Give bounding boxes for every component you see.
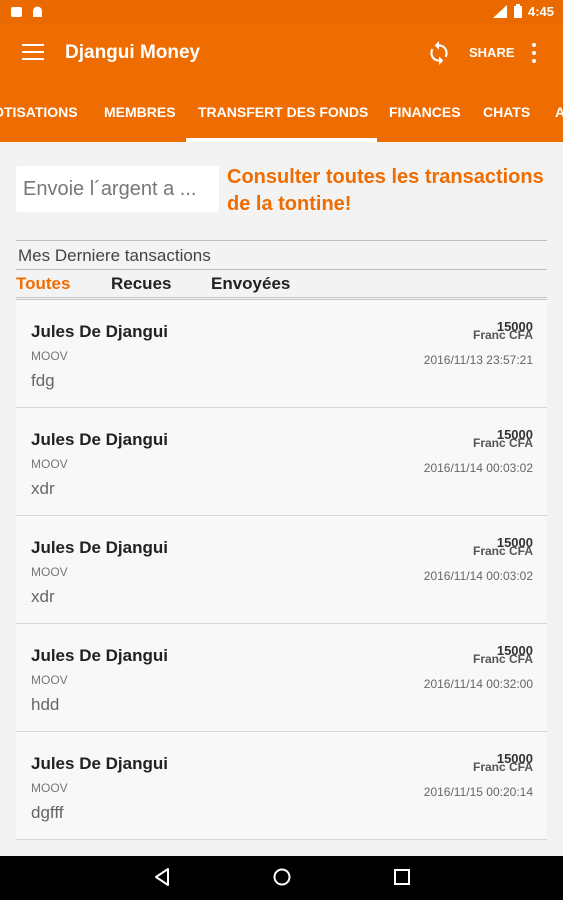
tab-finances[interactable]: FINANCES <box>389 104 461 120</box>
transaction-date: 2016/11/14 00:03:02 <box>423 569 533 583</box>
transaction-name: Jules De Djangui <box>31 646 168 665</box>
transaction-date: 2016/11/14 00:03:02 <box>423 461 533 475</box>
transaction-row[interactable]: Jules De Djangui MOOV xdr 15000 Franc CF… <box>16 408 547 516</box>
status-time: 4:45 <box>527 4 554 19</box>
transaction-row[interactable]: Jules De Djangui MOOV hdd 15000 Franc CF… <box>16 624 547 732</box>
tab-partial[interactable]: A <box>555 104 563 120</box>
transaction-note: xdr <box>31 479 55 498</box>
filter-recues[interactable]: Recues <box>111 274 171 294</box>
tab-bar: COTISATIONS MEMBRES TRANSFERT DES FONDS … <box>0 84 563 142</box>
home-icon[interactable] <box>271 866 293 888</box>
transaction-row[interactable]: Jules De Djangui MOOV dgfff 15000 Franc … <box>16 732 547 840</box>
app-bar: Djangui Money SHARE <box>0 24 563 84</box>
transaction-name: Jules De Djangui <box>31 322 168 341</box>
transaction-note: xdr <box>31 587 55 606</box>
more-options-icon[interactable] <box>530 42 538 64</box>
menu-icon[interactable] <box>22 44 44 62</box>
filter-envoyees[interactable]: Envoyées <box>211 274 290 294</box>
filter-toutes[interactable]: Toutes <box>16 274 70 294</box>
consult-all-transactions-link[interactable]: Consulter toutes les transactions de la … <box>227 164 547 218</box>
system-nav-bar <box>0 856 563 900</box>
battery-icon <box>513 4 522 18</box>
send-money-input[interactable]: Envoie l´argent a ... <box>16 166 219 212</box>
transaction-row[interactable]: Jules De Djangui MOOV xdr 15000 Franc CF… <box>16 516 547 624</box>
refresh-icon[interactable] <box>426 40 452 66</box>
transaction-row[interactable]: Jules De Djangui MOOV fdg 15000 Franc CF… <box>16 300 547 408</box>
transaction-currency: Franc CFA <box>472 544 533 558</box>
transaction-operator: MOOV <box>31 457 68 471</box>
transaction-name: Jules De Djangui <box>31 538 168 557</box>
transaction-date: 2016/11/13 23:57:21 <box>423 353 533 367</box>
transaction-operator: MOOV <box>31 349 68 363</box>
transaction-name: Jules De Djangui <box>31 754 168 773</box>
tab-transfert-des-fonds[interactable]: TRANSFERT DES FONDS <box>198 104 368 120</box>
main-content: Envoie l´argent a ... Consulter toutes l… <box>0 142 563 856</box>
status-icons: 4:45 <box>492 4 554 19</box>
notification-app-icon <box>11 7 22 17</box>
recents-icon[interactable] <box>392 866 412 888</box>
transaction-operator: MOOV <box>31 781 68 795</box>
notification-icons <box>10 5 44 18</box>
transaction-currency: Franc CFA <box>472 328 533 342</box>
back-icon[interactable] <box>152 866 172 888</box>
transaction-date: 2016/11/15 00:20:14 <box>423 785 533 799</box>
transaction-filters: Toutes Recues Envoyées <box>16 272 547 298</box>
transaction-date: 2016/11/14 00:32:00 <box>423 677 533 691</box>
transaction-currency: Franc CFA <box>472 760 533 774</box>
transaction-note: fdg <box>31 371 55 390</box>
tab-chats[interactable]: CHATS <box>483 104 530 120</box>
tab-cotisations[interactable]: COTISATIONS <box>0 104 78 120</box>
status-bar: 4:45 <box>0 0 563 24</box>
notification-android-icon <box>33 6 42 17</box>
app-title: Djangui Money <box>65 42 201 63</box>
transaction-note: dgfff <box>31 803 64 822</box>
tab-membres[interactable]: MEMBRES <box>104 104 176 120</box>
recent-transactions-title: Mes Derniere tansactions <box>16 240 547 270</box>
share-button[interactable]: SHARE <box>469 45 515 60</box>
transaction-currency: Franc CFA <box>472 652 533 666</box>
transaction-note: hdd <box>31 695 60 714</box>
signal-icon <box>492 5 507 18</box>
transaction-list: Jules De Djangui MOOV fdg 15000 Franc CF… <box>16 300 547 840</box>
transaction-currency: Franc CFA <box>472 436 533 450</box>
transaction-name: Jules De Djangui <box>31 430 168 449</box>
transaction-operator: MOOV <box>31 673 68 687</box>
transaction-operator: MOOV <box>31 565 68 579</box>
